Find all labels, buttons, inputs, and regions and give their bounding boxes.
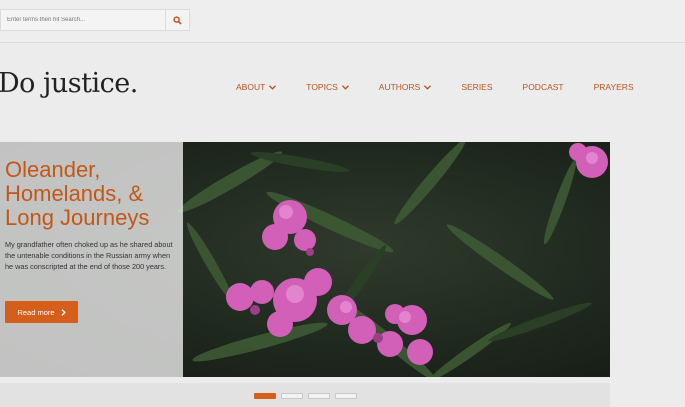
slider-dot[interactable] <box>281 393 303 399</box>
slider-dots <box>254 393 357 399</box>
nav-item-label: AUTHORS <box>378 82 421 92</box>
slider-dot[interactable] <box>308 393 330 399</box>
nav-item-series[interactable]: SERIES <box>461 82 492 92</box>
slider-pagination-bar <box>0 383 610 407</box>
hero-caption-panel: Oleander, Homelands, & Long Journeys My … <box>0 142 183 377</box>
read-more-button[interactable]: Read more <box>5 301 78 323</box>
nav-item-label: TOPICS <box>306 82 338 92</box>
nav-item-label: PRAYERS <box>593 82 634 92</box>
site-logo[interactable]: Do justice. <box>0 68 138 99</box>
nav-item-podcast[interactable]: PODCAST <box>523 82 564 92</box>
chevron-down-icon <box>341 84 349 90</box>
main-nav: ABOUT TOPICS AUTHORS SERIES PODCAST PRAY… <box>236 82 634 92</box>
search-input[interactable] <box>0 9 165 31</box>
hero-slider: Oleander, Homelands, & Long Journeys My … <box>0 142 610 377</box>
read-more-label: Read more <box>17 307 55 317</box>
nav-item-prayers[interactable]: PRAYERS <box>594 82 634 92</box>
chevron-down-icon <box>269 84 277 90</box>
search-icon <box>173 15 182 25</box>
hero-excerpt: My grandfather often choked up as he sha… <box>5 240 173 271</box>
nav-item-about[interactable]: ABOUT <box>236 82 277 92</box>
nav-item-label: ABOUT <box>236 82 266 92</box>
slider-dot[interactable] <box>254 393 276 399</box>
hero-title[interactable]: Oleander, Homelands, & Long Journeys <box>5 158 180 230</box>
search-button[interactable] <box>165 9 190 31</box>
nav-item-label: PODCAST <box>522 82 564 92</box>
slider-dot[interactable] <box>335 393 357 399</box>
top-bar <box>0 0 685 43</box>
nav-item-topics[interactable]: TOPICS <box>306 82 349 92</box>
search-form <box>0 9 190 31</box>
nav-item-label: SERIES <box>461 82 493 92</box>
chevron-right-icon <box>61 308 66 316</box>
chevron-down-icon <box>424 84 432 90</box>
nav-item-authors[interactable]: AUTHORS <box>379 82 432 92</box>
